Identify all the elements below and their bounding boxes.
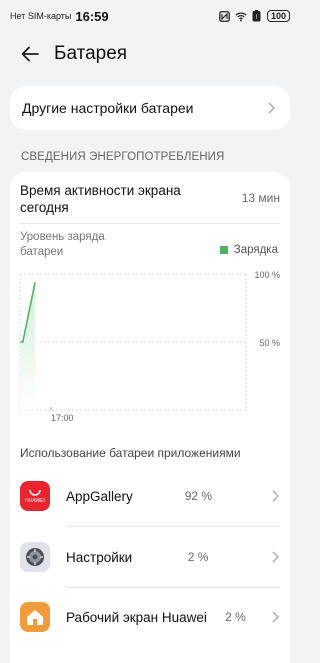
nfc-icon (219, 10, 231, 22)
page-title: Батарея (54, 43, 128, 64)
section-title: СВЕДЕНИЯ ЭНЕРГОПОТРЕБЛЕНИЯ (21, 151, 225, 163)
app-row-settings[interactable]: Настройки 2 % (20, 535, 282, 579)
app-row-appgallery[interactable]: HUAWEI AppGallery 92 % (20, 474, 282, 518)
other-settings-label: Другие настройки батареи (22, 100, 194, 116)
apps-usage-title: Использование батареи приложениями (20, 446, 241, 460)
app-name: AppGallery (66, 488, 133, 504)
chevron-right-icon (272, 610, 282, 624)
other-battery-settings-item[interactable]: Другие настройки батареи (10, 86, 290, 130)
back-arrow-icon (21, 46, 39, 62)
screen-time-value: 13 мин (241, 191, 280, 205)
divider (20, 223, 280, 224)
divider (66, 587, 280, 588)
screen-time-label: Время активности экрана сегодня (20, 183, 181, 215)
app-name: Настройки (66, 549, 133, 565)
carrier-label: Нет SIM-карты (10, 11, 72, 21)
tick-label-100: 100 % (254, 270, 280, 280)
status-clock: 16:59 (75, 8, 109, 24)
status-icons: ! 100 (219, 10, 290, 22)
divider (66, 526, 280, 527)
chevron-right-icon (268, 101, 278, 115)
chart-legend: Зарядка (219, 244, 278, 256)
app-name: Рабочий экран Huawei (66, 609, 207, 625)
screen-time-row: Время активности экрана сегодня 13 мин (20, 182, 280, 216)
battery-level-chart: 100 % 50 % 17:00 (19, 270, 280, 423)
power-usage-card: Время активности экрана сегодня 13 мин У… (10, 172, 290, 663)
header: Батарея (0, 38, 300, 70)
chevron-right-icon (272, 489, 282, 503)
legend-swatch (219, 246, 228, 254)
svg-text:HUAWEI: HUAWEI (25, 498, 45, 504)
series-area (20, 282, 36, 410)
app-percent: 2 % (187, 550, 209, 564)
back-button[interactable] (10, 38, 50, 70)
app-percent: 92 % (184, 489, 213, 503)
battery-level: 100 (266, 10, 290, 22)
tick-label-50: 50 % (259, 338, 280, 348)
legend-label: Зарядка (233, 244, 278, 256)
app-row-home-screen[interactable]: Рабочий экран Huawei 2 % (20, 595, 282, 639)
appgallery-icon: HUAWEI (20, 481, 50, 511)
chevron-right-icon (272, 550, 282, 564)
app-percent: 2 % (225, 610, 246, 624)
home-icon (20, 602, 50, 632)
chart-label: Уровень заряда батареи (20, 231, 105, 258)
svg-text:!: ! (256, 14, 258, 21)
settings-gear-icon (20, 542, 50, 572)
tick-label-time: 17:00 (51, 413, 74, 423)
battery-saver-icon: ! (251, 10, 263, 22)
status-bar: Нет SIM-карты 16:59 ! 100 (0, 0, 300, 32)
wifi-icon (235, 10, 247, 22)
